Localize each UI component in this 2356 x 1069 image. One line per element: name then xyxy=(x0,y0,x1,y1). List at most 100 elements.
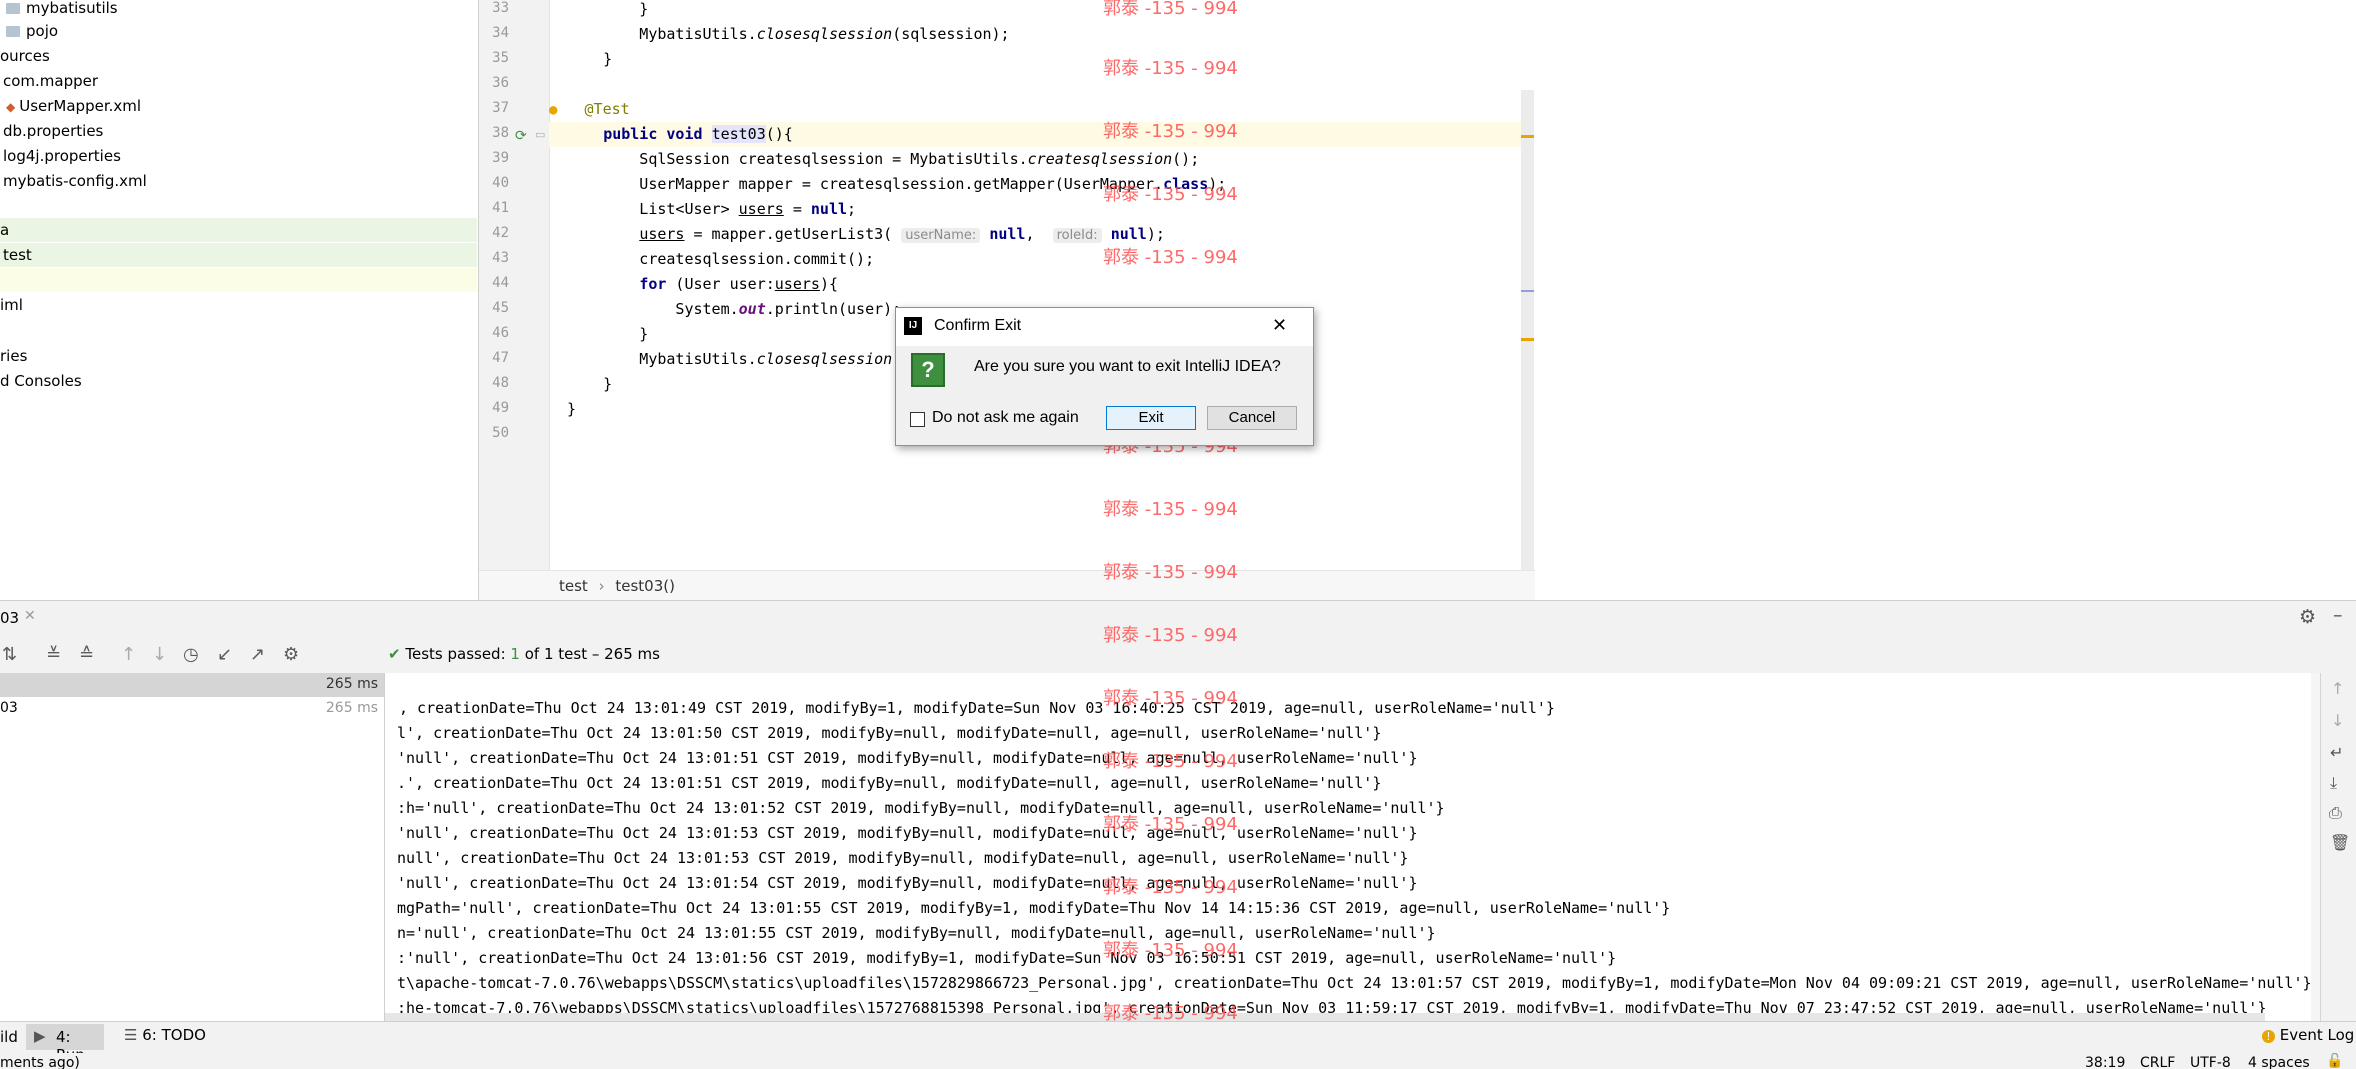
import-tests-icon[interactable]: ↙ xyxy=(217,637,232,673)
tree-item-external-libraries[interactable]: ries xyxy=(0,344,27,368)
tree-item-log4j-properties[interactable]: log4j.properties xyxy=(3,144,121,168)
tree-item-usermapper-xml[interactable]: ◆ UserMapper.xml xyxy=(6,94,141,118)
sort-icon[interactable]: ⇅ xyxy=(2,637,17,673)
code-line-44: for (User user:users){ xyxy=(639,275,838,293)
play-icon: ▶ xyxy=(34,1027,46,1045)
usage-marker[interactable] xyxy=(1521,290,1534,292)
console-line: n='null', creationDate=Thu Oct 24 13:01:… xyxy=(397,924,1436,942)
line-separator[interactable]: CRLF xyxy=(2140,1055,2175,1069)
intellij-logo-icon: IJ xyxy=(904,317,922,335)
event-log-button[interactable]: ! Event Log xyxy=(2262,1026,2354,1044)
minimize-icon[interactable]: – xyxy=(2333,604,2343,626)
tree-item-test[interactable]: test xyxy=(0,243,477,267)
line-number: 39 xyxy=(492,150,509,166)
line-number: 33 xyxy=(492,0,509,16)
tree-item-com-mapper[interactable]: com.mapper xyxy=(3,69,98,93)
close-icon[interactable]: ✕ xyxy=(1272,315,1287,336)
dialog-titlebar[interactable]: IJ Confirm Exit ✕ xyxy=(896,308,1313,346)
run-toolbar: ⇅ ≚ ≙ ↑ ↓ ◷ ↙ ↗ ⚙ ✔ Tests passed: 1 of 1… xyxy=(0,637,2356,674)
scroll-to-end-icon[interactable]: ⤓ xyxy=(2330,773,2337,793)
folder-icon xyxy=(6,3,20,14)
tree-item-db-properties[interactable]: db.properties xyxy=(3,119,103,143)
lightbulb-icon[interactable]: ● xyxy=(549,102,557,118)
project-tree-panel: mybatisutils pojo ources com.mapper ◆ Use… xyxy=(0,0,477,600)
line-number: 38 xyxy=(492,125,509,141)
console-line: t\apache-tomcat-7.0.76\webapps\DSSCM\sta… xyxy=(397,974,2311,992)
editor-scrollbar[interactable] xyxy=(1521,90,1534,570)
print-icon[interactable]: ⎙ xyxy=(2329,803,2342,823)
run-tab-bar: 03 ✕ ⚙ – xyxy=(0,600,2356,638)
tree-item-mybatis-config[interactable]: mybatis-config.xml xyxy=(3,169,147,193)
close-tab-icon[interactable]: ✕ xyxy=(24,608,36,624)
line-number: 41 xyxy=(492,200,509,216)
build-tool-button[interactable]: ild xyxy=(0,1028,18,1046)
tree-item-scratches-consoles[interactable]: d Consoles xyxy=(0,369,82,393)
caret-position[interactable]: 38:19 xyxy=(2085,1055,2125,1069)
code-line-43: createsqlsession.commit(); xyxy=(549,250,875,268)
console-line: 'null', creationDate=Thu Oct 24 13:01:51… xyxy=(397,749,1418,767)
expand-all-icon[interactable]: ≚ xyxy=(46,637,61,673)
run-test-gutter-icon[interactable]: ⟳ xyxy=(515,128,527,144)
cancel-button[interactable]: Cancel xyxy=(1207,406,1297,430)
fold-icon[interactable]: ▭ xyxy=(535,128,545,141)
tree-item-mybatisutils[interactable]: mybatisutils xyxy=(6,0,118,20)
trash-icon[interactable]: 🗑 xyxy=(2330,833,2350,852)
export-icon[interactable]: ↗ xyxy=(250,637,265,673)
tests-passed-status: ✔ Tests passed: 1 of 1 test – 265 ms xyxy=(388,645,660,663)
code-line-40: UserMapper mapper = createsqlsession.get… xyxy=(549,175,1227,193)
console-line: .', creationDate=Thu Oct 24 13:01:51 CST… xyxy=(397,774,1382,792)
lock-icon[interactable]: 🔓 xyxy=(2326,1053,2343,1069)
line-number: 46 xyxy=(492,325,509,341)
code-line-34: MybatisUtils.closesqlsession(sqlsession)… xyxy=(549,25,1010,43)
todo-tool-button[interactable]: ☰ 6: TODO xyxy=(124,1026,206,1044)
status-message[interactable]: ments ago) xyxy=(0,1055,80,1069)
exit-button[interactable]: Exit xyxy=(1106,406,1196,430)
warning-marker[interactable] xyxy=(1521,338,1534,341)
dialog-title: Confirm Exit xyxy=(934,317,1022,334)
do-not-ask-checkbox[interactable] xyxy=(910,412,925,427)
tree-item-java[interactable]: a xyxy=(0,218,477,242)
warning-marker[interactable] xyxy=(1521,135,1534,138)
test-history-icon[interactable]: ◷ xyxy=(183,637,199,673)
breadcrumb-class[interactable]: test xyxy=(559,577,588,595)
empty-area xyxy=(1535,0,2356,600)
run-tool-button[interactable]: ▶ 4: Run xyxy=(26,1024,104,1064)
editor-gutter: 33 34 35 36 37 38 39 40 41 42 43 44 45 4… xyxy=(479,0,550,570)
code-line-39: SqlSession createsqlsession = MybatisUti… xyxy=(549,150,1200,168)
run-tab-label[interactable]: 03 xyxy=(0,609,19,627)
test-tree-root-row[interactable]: 265 ms xyxy=(0,673,384,697)
line-number: 50 xyxy=(492,425,509,441)
gear-icon[interactable]: ⚙ xyxy=(2299,606,2316,628)
line-number: 47 xyxy=(492,350,509,366)
status-bar: ments ago) 38:19 CRLF UTF-8 4 spaces 🔓 xyxy=(0,1053,2356,1069)
soft-wrap-icon[interactable]: ↵ xyxy=(2330,743,2343,762)
collapse-all-icon[interactable]: ≙ xyxy=(79,637,94,673)
tree-item-target[interactable] xyxy=(0,268,477,292)
console-hscrollbar[interactable] xyxy=(385,1013,2265,1021)
xml-file-icon: ◆ xyxy=(6,100,16,114)
breadcrumb: test › test03() xyxy=(479,570,1535,601)
console-line: , creationDate=Thu Oct 24 13:01:49 CST 2… xyxy=(399,699,1555,717)
file-encoding[interactable]: UTF-8 xyxy=(2190,1055,2231,1069)
console-output[interactable]: , creationDate=Thu Oct 24 13:01:49 CST 2… xyxy=(385,673,2311,1021)
settings-icon[interactable]: ⚙ xyxy=(283,637,299,673)
tree-item-pojo[interactable]: pojo xyxy=(6,19,58,43)
console-line: l', creationDate=Thu Oct 24 13:01:50 CST… xyxy=(397,724,1382,742)
breadcrumb-method[interactable]: test03() xyxy=(615,577,675,595)
console-line: 'null', creationDate=Thu Oct 24 13:01:54… xyxy=(397,874,1418,892)
console-vscrollbar[interactable] xyxy=(2311,673,2320,1021)
test-tree-row[interactable]: 03 265 ms xyxy=(0,697,384,721)
code-editor[interactable]: 33 34 35 36 37 38 39 40 41 42 43 44 45 4… xyxy=(478,0,1535,601)
up-arrow-icon[interactable]: ↑ xyxy=(2331,679,2344,698)
console-line: :'null', creationDate=Thu Oct 24 13:01:5… xyxy=(397,949,1617,967)
tree-item-iml[interactable]: iml xyxy=(0,293,23,317)
down-arrow-icon[interactable]: ↓ xyxy=(2331,711,2344,730)
previous-test-icon[interactable]: ↑ xyxy=(121,637,136,673)
line-number: 34 xyxy=(492,25,509,41)
next-test-icon[interactable]: ↓ xyxy=(152,637,167,673)
code-line-42: users = mapper.getUserList3( userName: n… xyxy=(639,225,1165,243)
tree-item-resources[interactable]: ources xyxy=(0,44,50,68)
param-hint-roleid: roleId: xyxy=(1052,228,1102,243)
indent-setting[interactable]: 4 spaces xyxy=(2248,1055,2310,1069)
do-not-ask-label[interactable]: Do not ask me again xyxy=(932,409,1079,427)
